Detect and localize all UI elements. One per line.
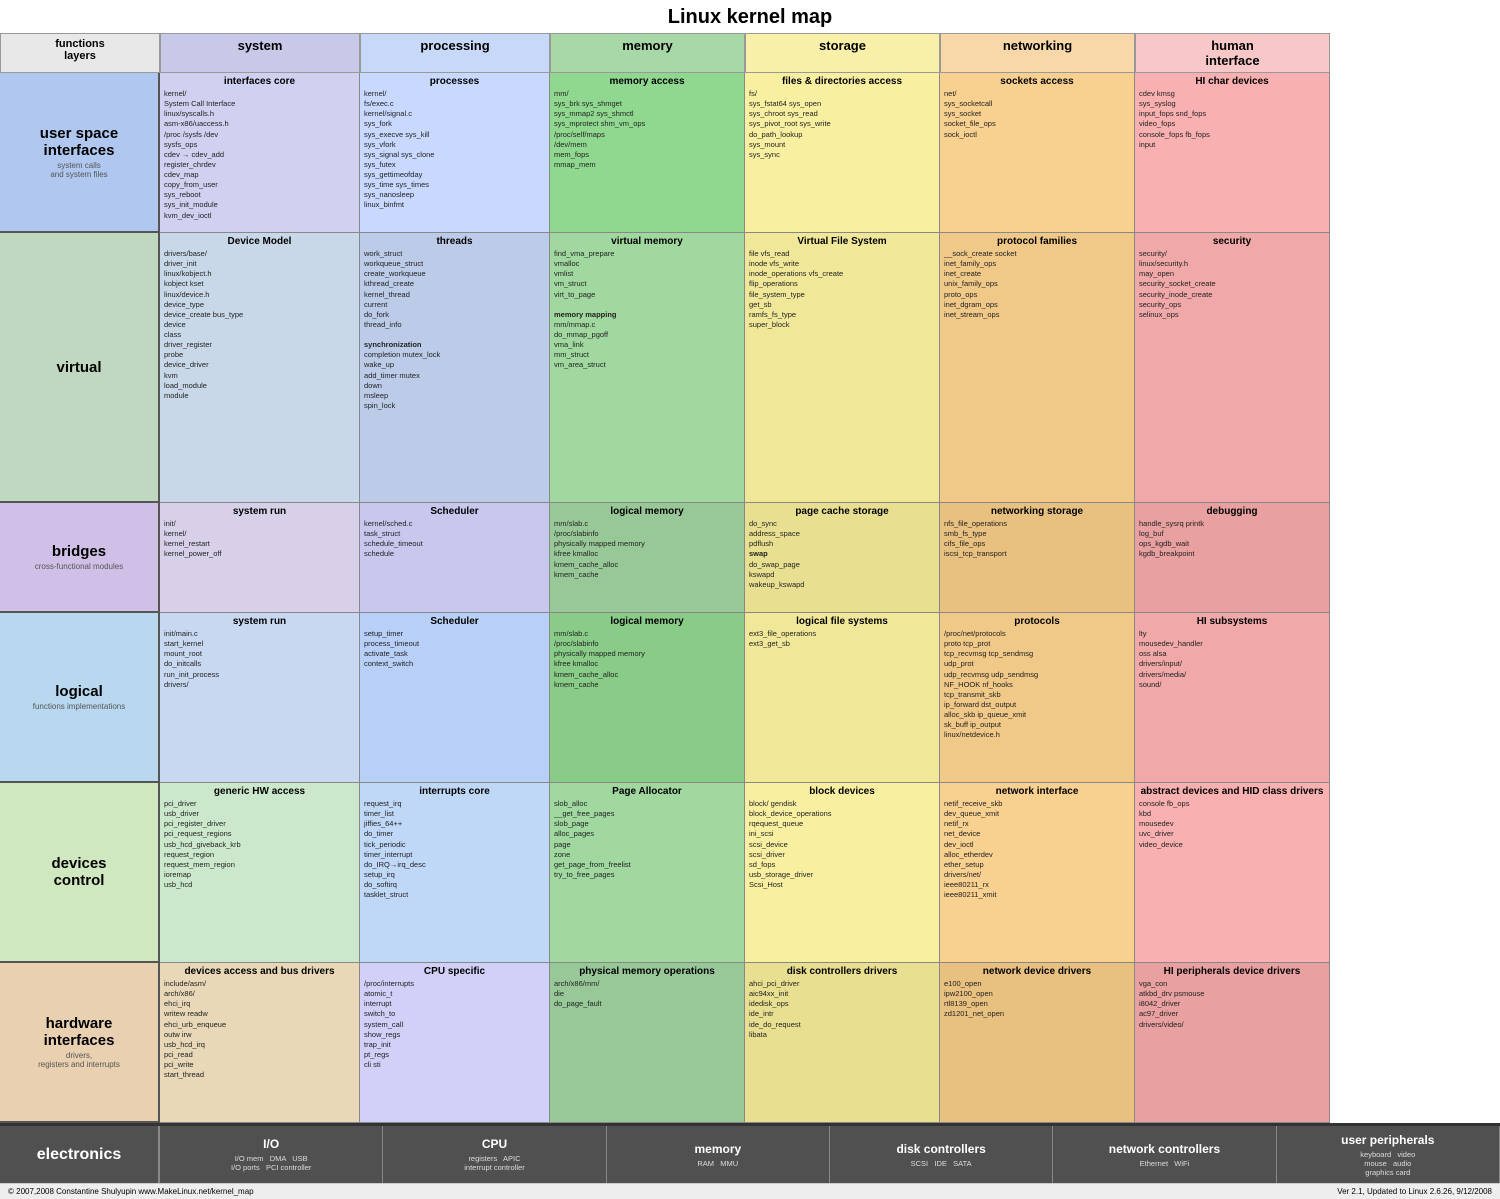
layer-bridges: bridges cross-functional modules <box>0 503 158 613</box>
networking-logical-cell: protocols /proc/net/protocols proto tcp_… <box>940 613 1134 783</box>
header-networking: networking <box>940 33 1135 73</box>
storage-hardware-cell: disk controllers drivers ahci_pci_driver… <box>745 963 939 1123</box>
footer: © 2007,2008 Constantine Shulyupin www.Ma… <box>0 1183 1500 1199</box>
electronics-label: electronics <box>0 1126 160 1183</box>
header-row: functionslayers system processing memory… <box>0 33 1500 73</box>
elec-cell-memory: memory RAM MMU <box>607 1126 830 1183</box>
memory-logical-cell: logical memory mm/slab.c /proc/slabinfo … <box>550 613 744 783</box>
storage-devices-cell: block devices block/ gendisk block_devic… <box>745 783 939 963</box>
layer-userspace: user spaceinterfaces system callsand sys… <box>0 73 158 233</box>
content-columns: interfaces core kernel/ System Call Inte… <box>160 73 1500 1123</box>
elec-cell-network: network controllers Ethernet WiFi <box>1053 1126 1276 1183</box>
processing-userspace-cell: processes kernel/ fs/exec.c kernel/signa… <box>360 73 549 233</box>
main-grid: user spaceinterfaces system callsand sys… <box>0 73 1500 1123</box>
header-layers: functionslayers <box>0 33 160 73</box>
page-title: Linux kernel map <box>0 0 1500 33</box>
human-hardware-cell: HI peripherals device drivers vga_con at… <box>1135 963 1329 1123</box>
header-system: system <box>160 33 360 73</box>
col-memory: memory access mm/ sys_brk sys_shmget sys… <box>550 73 745 1123</box>
human-virtual-cell: security security/ linux/security.h may_… <box>1135 233 1329 503</box>
footer-right: Ver 2.1, Updated to Linux 2.6.26, 9/12/2… <box>1337 1187 1492 1196</box>
memory-bridges-cell: logical memory mm/slab.c /proc/slabinfo … <box>550 503 744 613</box>
main-container: Linux kernel map functionslayers system … <box>0 0 1500 1199</box>
human-bridges-cell: debugging handle_sysrq printk log_buf op… <box>1135 503 1329 613</box>
layer-labels-column: user spaceinterfaces system callsand sys… <box>0 73 160 1123</box>
processing-hardware-cell: CPU specific /proc/interrupts atomic_t i… <box>360 963 549 1123</box>
system-logical-cell: system run init/main.c start_kernel moun… <box>160 613 359 783</box>
memory-virtual-cell: virtual memory find_vma_prepare vmalloc … <box>550 233 744 503</box>
networking-hardware-cell: network device drivers e100_open ipw2100… <box>940 963 1134 1123</box>
memory-devices-cell: Page Allocator slob_alloc __get_free_pag… <box>550 783 744 963</box>
layer-logical: logical functions implementations <box>0 613 158 783</box>
elec-cell-disk: disk controllers SCSI IDE SATA <box>830 1126 1053 1183</box>
col-system: interfaces core kernel/ System Call Inte… <box>160 73 360 1123</box>
col-processing: processes kernel/ fs/exec.c kernel/signa… <box>360 73 550 1123</box>
footer-left: © 2007,2008 Constantine Shulyupin www.Ma… <box>8 1187 254 1196</box>
system-userspace-cell: interfaces core kernel/ System Call Inte… <box>160 73 359 233</box>
system-bridges-cell: system run init/ kernel/ kernel_restart … <box>160 503 359 613</box>
processing-bridges-cell: Scheduler kernel/sched.c task_struct sch… <box>360 503 549 613</box>
networking-bridges-cell: networking storage nfs_file_operations s… <box>940 503 1134 613</box>
electronics-row: electronics I/O I/O mem DMA USBI/O ports… <box>0 1123 1500 1183</box>
storage-bridges-cell: page cache storage do_sync address_space… <box>745 503 939 613</box>
col-networking: sockets access net/ sys_socketcall sys_s… <box>940 73 1135 1123</box>
layer-virtual: virtual <box>0 233 158 503</box>
layer-hardware: hardwareinterfaces drivers,registers and… <box>0 963 158 1123</box>
system-hardware-cell: devices access and bus drivers include/a… <box>160 963 359 1123</box>
networking-virtual-cell: protocol families __sock_create socket i… <box>940 233 1134 503</box>
memory-userspace-cell: memory access mm/ sys_brk sys_shmget sys… <box>550 73 744 233</box>
human-userspace-cell: HI char devices cdev kmsg sys_syslog inp… <box>1135 73 1329 233</box>
storage-userspace-cell: files & directories access fs/ sys_fstat… <box>745 73 939 233</box>
processing-virtual-cell: threads work_struct workqueue_struct cre… <box>360 233 549 503</box>
storage-logical-cell: logical file systems ext3_file_operation… <box>745 613 939 783</box>
header-memory: memory <box>550 33 745 73</box>
processing-logical-cell: Scheduler setup_timer process_timeout ac… <box>360 613 549 783</box>
human-logical-cell: HI subsystems lty mousedev_handler oss a… <box>1135 613 1329 783</box>
storage-virtual-cell: Virtual File System file vfs_read inode … <box>745 233 939 503</box>
elec-cell-peripherals: user peripherals keyboard videomouse aud… <box>1277 1126 1500 1183</box>
networking-userspace-cell: sockets access net/ sys_socketcall sys_s… <box>940 73 1134 233</box>
system-devices-cell: generic HW access pci_driver usb_driver … <box>160 783 359 963</box>
human-devices-cell: abstract devices and HID class drivers c… <box>1135 783 1329 963</box>
header-storage: storage <box>745 33 940 73</box>
col-storage: files & directories access fs/ sys_fstat… <box>745 73 940 1123</box>
header-processing: processing <box>360 33 550 73</box>
memory-hardware-cell: physical memory operations arch/x86/mm/ … <box>550 963 744 1123</box>
networking-devices-cell: network interface netif_receive_skb dev_… <box>940 783 1134 963</box>
processing-devices-cell: interrupts core request_irq timer_list j… <box>360 783 549 963</box>
elec-cell-cpu: CPU registers APICinterrupt controller <box>383 1126 606 1183</box>
header-human: humaninterface <box>1135 33 1330 73</box>
system-virtual-cell: Device Model drivers/base/ driver_init l… <box>160 233 359 503</box>
col-human: HI char devices cdev kmsg sys_syslog inp… <box>1135 73 1330 1123</box>
elec-cell-io: I/O I/O mem DMA USBI/O ports PCI control… <box>160 1126 383 1183</box>
layer-devices: devicescontrol <box>0 783 158 963</box>
